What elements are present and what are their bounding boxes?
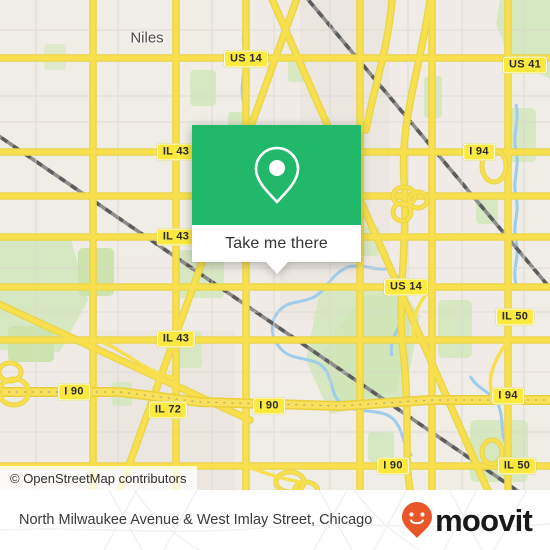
location-callout-card[interactable]: Take me there (192, 125, 361, 274)
callout-action-bar[interactable]: Take me there (192, 225, 361, 274)
take-me-there-label: Take me there (225, 234, 328, 252)
road-shield: US 14 (223, 50, 269, 68)
road-shield: IL 50 (497, 457, 537, 475)
road-shield: I 90 (253, 397, 285, 415)
footer-bar: North Milwaukee Avenue & West Imlay Stre… (0, 490, 550, 550)
moovit-wordmark: moovit (435, 502, 533, 538)
road-shield: I 94 (492, 387, 524, 405)
callout-pointer-tail (265, 262, 288, 274)
map-canvas[interactable]: .rd { stroke:#f7df4e; fill:none; stroke-… (0, 0, 550, 490)
road-shield: IL 72 (148, 401, 188, 419)
map-pin-icon (254, 146, 299, 204)
callout-icon-panel (192, 125, 361, 225)
moovit-logo[interactable]: moovit (400, 500, 533, 540)
road-shield: IL 50 (495, 308, 535, 326)
location-title: North Milwaukee Avenue & West Imlay Stre… (19, 512, 373, 528)
road-shield: US 14 (383, 278, 429, 296)
road-shield: IL 43 (156, 330, 196, 348)
road-shield: US 41 (502, 56, 548, 74)
road-shield: IL 43 (156, 143, 196, 161)
road-shield: I 90 (58, 383, 90, 401)
road-shield: IL 43 (156, 228, 196, 246)
osm-attribution[interactable]: © OpenStreetMap contributors (0, 466, 197, 490)
road-shield: I 90 (377, 457, 409, 475)
moovit-smiley-pin-icon (402, 502, 433, 538)
road-shield: I 94 (463, 143, 495, 161)
map-place-label-niles: Niles (130, 29, 164, 47)
